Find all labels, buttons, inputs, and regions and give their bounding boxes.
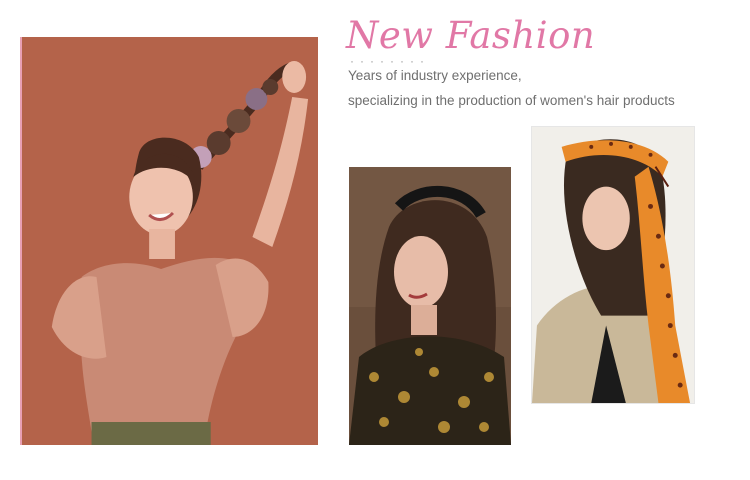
subtitle-line-2: specializing in the production of women'… — [348, 93, 675, 108]
scarf-model-photo — [531, 126, 695, 404]
decorative-dots: ········ — [350, 54, 430, 68]
headband-model-photo — [349, 167, 511, 445]
subtitle-line-1: Years of industry experience, — [348, 68, 522, 83]
headline-title: New Fashion — [346, 14, 596, 57]
main-model-photo — [20, 37, 318, 445]
